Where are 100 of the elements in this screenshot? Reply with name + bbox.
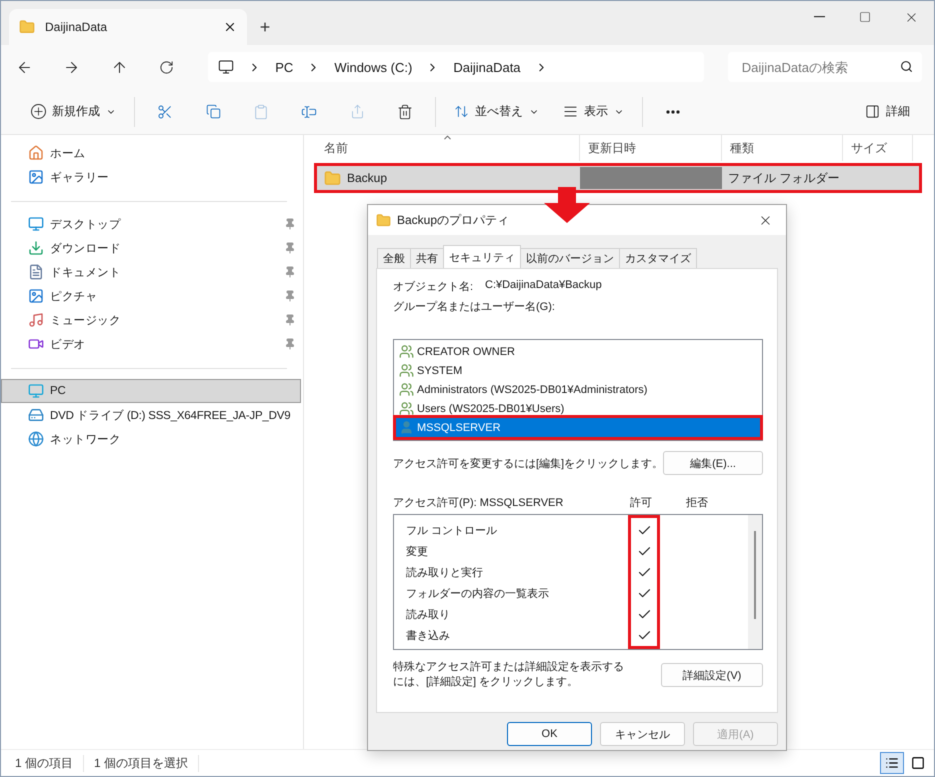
- user-item[interactable]: Users (WS2025-DB01¥Users): [396, 399, 760, 418]
- dialog-title: Backupのプロパティ: [397, 212, 510, 228]
- edit-hint: アクセス許可を変更するには[編集]をクリックします。: [393, 456, 664, 470]
- window-tab[interactable]: DaijinaData: [9, 9, 247, 45]
- trash-icon: [397, 104, 413, 120]
- object-label: オブジェクト名:: [393, 280, 474, 294]
- drive-icon: [28, 407, 44, 423]
- view-button[interactable]: 表示: [551, 96, 636, 128]
- sidebar-item[interactable]: ネットワーク: [1, 427, 301, 451]
- pin-icon: [284, 218, 296, 230]
- column-header[interactable]: 名前: [316, 135, 580, 161]
- column-header[interactable]: 種類: [722, 135, 843, 161]
- item-count: 1 個の項目: [15, 754, 84, 772]
- sidebar-item[interactable]: デスクトップ: [1, 212, 301, 236]
- pin-icon: [284, 266, 296, 278]
- new-button[interactable]: 新規作成: [19, 96, 128, 128]
- view-toggle[interactable]: [880, 752, 904, 774]
- new-tab-button[interactable]: +: [247, 9, 283, 45]
- tile-icon: [911, 756, 925, 770]
- object-path: C:¥DaijinaData¥Backup: [485, 279, 602, 293]
- sort-button[interactable]: 並べ替え: [442, 96, 551, 128]
- dialog-tab[interactable]: セキュリティ: [443, 245, 521, 268]
- file-row[interactable]: Backup ファイル フォルダー: [316, 165, 920, 191]
- scissors-icon: [157, 104, 173, 120]
- image-icon: [28, 288, 44, 304]
- breadcrumb-item[interactable]: PC: [275, 60, 294, 74]
- file-name: Backup: [347, 171, 388, 185]
- column-header: 拒否: [686, 496, 709, 510]
- tab-title: DaijinaData: [45, 20, 108, 34]
- dialog-button[interactable]: キャンセル: [600, 722, 685, 746]
- folder-icon: [324, 170, 341, 186]
- permissions-label: アクセス許可(P): MSSQLSERVER: [393, 496, 564, 510]
- pin-icon: [284, 314, 296, 326]
- maximize-icon: [859, 11, 871, 23]
- sidebar-item[interactable]: ホーム: [1, 141, 301, 165]
- selection-count: 1 個の項目を選択: [94, 754, 200, 772]
- permission-name: フル コントロール: [406, 524, 498, 538]
- user-icon: [399, 420, 414, 435]
- sidebar-item[interactable]: ビデオ: [1, 332, 301, 356]
- sidebar-item[interactable]: DVD ドライブ (D:) SSS_X64FREE_JA-JP_DV9: [1, 403, 301, 427]
- sidebar-item[interactable]: ギャラリー: [1, 165, 301, 189]
- document-icon: [28, 264, 44, 280]
- group-label: グループ名またはユーザー名(G):: [393, 300, 555, 314]
- search-field[interactable]: DaijinaDataの検索: [728, 52, 922, 82]
- sort-icon: [454, 104, 469, 119]
- dialog-tab[interactable]: カスタマイズ: [619, 248, 697, 268]
- breadcrumb-item[interactable]: Windows (C:): [334, 60, 412, 74]
- sidebar-item[interactable]: ダウンロード: [1, 236, 301, 260]
- column-header[interactable]: 更新日時: [580, 135, 722, 161]
- close-tab-icon[interactable]: [223, 20, 237, 34]
- users-icon: [399, 363, 414, 378]
- desktop-icon: [28, 216, 44, 232]
- permission-name: 読み取りと実行: [406, 566, 484, 580]
- permission-name: 変更: [406, 544, 429, 559]
- sidebar-item[interactable]: ミュージック: [1, 308, 301, 332]
- edit-button[interactable]: 編集(E)...: [663, 451, 763, 475]
- pin-icon: [284, 242, 296, 254]
- monitor-icon: [218, 59, 234, 75]
- column-header[interactable]: サイズ: [843, 135, 913, 161]
- minimize-icon: [814, 16, 824, 18]
- lines-icon: [563, 104, 578, 119]
- refresh-icon: [159, 60, 174, 74]
- file-type: ファイル フォルダー: [728, 170, 840, 186]
- breadcrumb-item[interactable]: DaijinaData: [453, 60, 521, 74]
- permission-name: フォルダーの内容の一覧表示: [406, 586, 550, 601]
- user-item[interactable]: CREATOR OWNER: [396, 342, 760, 361]
- list-icon: [885, 756, 899, 770]
- folder-icon: [19, 19, 35, 35]
- pin-icon: [284, 338, 296, 350]
- clipboard-icon: [253, 104, 269, 120]
- folder-icon: [376, 212, 391, 228]
- sidebar-item[interactable]: ピクチャ: [1, 284, 301, 308]
- address-bar[interactable]: PC Windows (C:) DaijinaData: [208, 52, 704, 82]
- dialog-button[interactable]: OK: [507, 722, 592, 746]
- pin-icon: [284, 290, 296, 302]
- sidebar-item[interactable]: PC: [1, 379, 301, 403]
- rename-icon: [301, 104, 317, 120]
- details-button[interactable]: 詳細: [853, 96, 922, 128]
- copy-icon: [206, 104, 220, 119]
- globe-icon: [28, 431, 44, 447]
- user-item[interactable]: Administrators (WS2025-DB01¥Administrators): [396, 380, 760, 399]
- image-icon: [28, 169, 44, 185]
- permission-name: 読み取り: [406, 608, 451, 622]
- user-item[interactable]: SYSTEM: [396, 361, 760, 380]
- music-icon: [28, 312, 44, 328]
- advanced-button[interactable]: 詳細設定(V): [661, 663, 763, 687]
- user-item[interactable]: MSSQLSERVER: [396, 418, 760, 437]
- dialog-tab[interactable]: 全般: [377, 248, 411, 268]
- permission-name: 書き込み: [406, 629, 451, 643]
- users-icon: [399, 401, 414, 416]
- column-header: 許可: [630, 496, 653, 510]
- home-icon: [28, 145, 44, 161]
- download-icon: [28, 240, 44, 256]
- sidebar-item[interactable]: ドキュメント: [1, 260, 301, 284]
- monitor-icon: [28, 383, 44, 399]
- advanced-hint: 特殊なアクセス許可または詳細設定を表示するには、[詳細設定] をクリックします。: [393, 660, 625, 690]
- more-icon: [666, 110, 680, 114]
- plus-icon: [31, 104, 46, 119]
- users-icon: [399, 344, 414, 359]
- share-icon: [350, 104, 364, 119]
